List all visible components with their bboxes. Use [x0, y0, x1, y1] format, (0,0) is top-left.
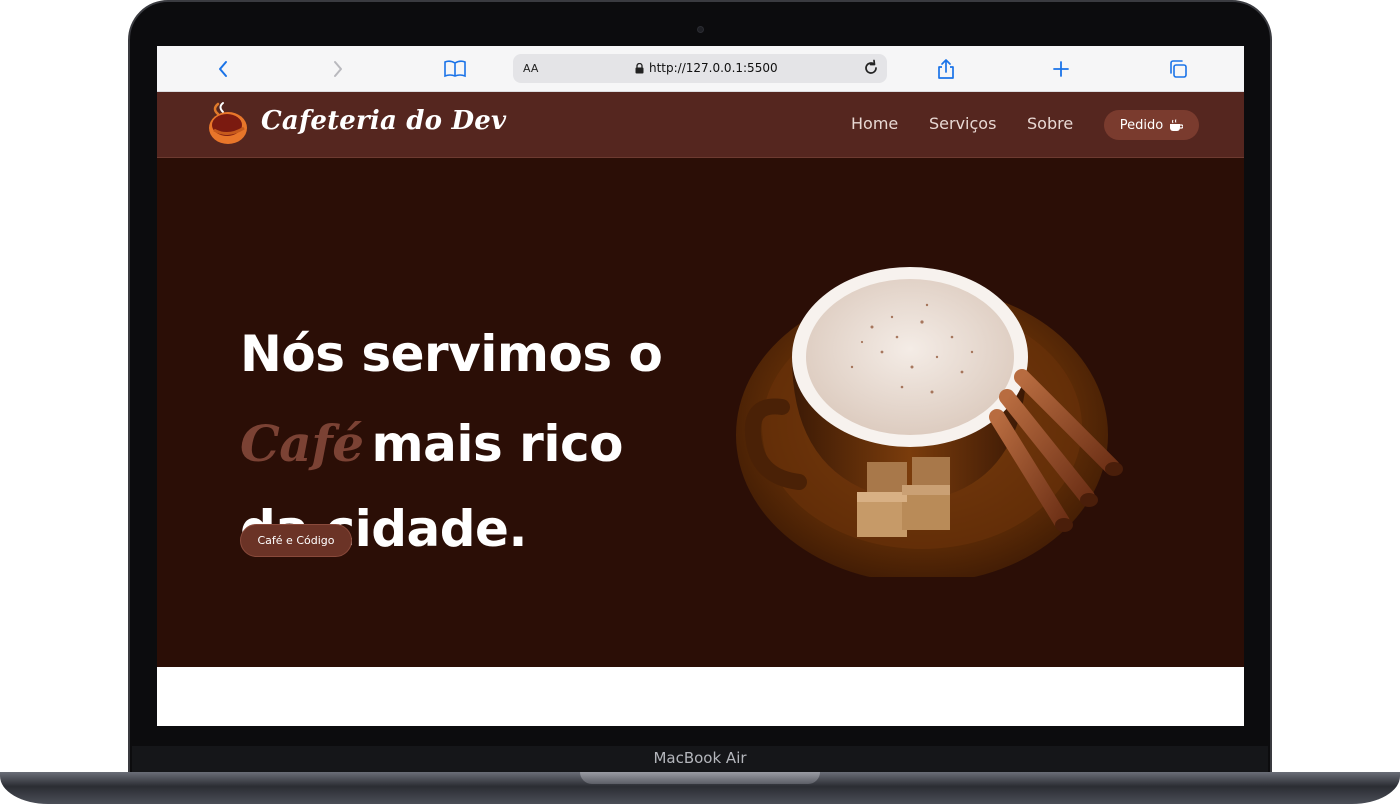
laptop-screen: AA http://127.0.0.1:5500 Cafeteria do De… [157, 46, 1244, 726]
coffee-cup-icon [1170, 118, 1184, 131]
hero-title-line1: Nós servimos o [240, 325, 663, 383]
reload-button[interactable] [861, 58, 881, 83]
coffee-logo-icon[interactable] [206, 100, 252, 146]
book-icon [444, 60, 466, 78]
share-icon [938, 59, 954, 79]
url-display[interactable]: http://127.0.0.1:5500 [635, 61, 778, 75]
plus-icon [1053, 61, 1069, 77]
nav-home[interactable]: Home [851, 114, 898, 133]
hero-cta-button[interactable]: Café e Código [240, 524, 352, 557]
hero-title-line2-rest: mais rico [371, 415, 624, 473]
url-text: http://127.0.0.1:5500 [649, 61, 778, 75]
lock-icon [635, 62, 644, 73]
back-button[interactable] [210, 56, 236, 82]
forward-button[interactable] [325, 56, 351, 82]
reload-icon [865, 59, 877, 74]
tabs-icon [1170, 60, 1187, 78]
order-button-label: Pedido [1119, 117, 1164, 133]
share-button[interactable] [933, 56, 959, 82]
site-navbar: Cafeteria do Dev Home Serviços Sobre Ped… [157, 92, 1244, 158]
website: Cafeteria do Dev Home Serviços Sobre Ped… [157, 92, 1244, 667]
chevron-left-icon [219, 61, 227, 77]
nav-servicos[interactable]: Serviços [929, 114, 996, 133]
nav-sobre[interactable]: Sobre [1027, 114, 1073, 133]
camera [697, 26, 704, 33]
browser-toolbar: AA http://127.0.0.1:5500 [157, 46, 1244, 92]
coffee-cup-image [736, 267, 1123, 577]
device-label: MacBook Air [653, 749, 747, 767]
bookmarks-button[interactable] [442, 56, 468, 82]
chevron-right-icon [334, 61, 342, 77]
address-bar[interactable]: AA http://127.0.0.1:5500 [513, 54, 887, 83]
brand-name[interactable]: Cafeteria do Dev [261, 106, 506, 136]
tabs-overview-button[interactable] [1165, 56, 1191, 82]
laptop-notch [580, 772, 820, 784]
hero-highlight: Café [240, 414, 364, 473]
order-button[interactable]: Pedido [1104, 110, 1199, 140]
new-tab-button[interactable] [1048, 56, 1074, 82]
hero-title-line2: Café mais rico [240, 414, 623, 473]
reader-toggle[interactable]: AA [523, 62, 538, 75]
